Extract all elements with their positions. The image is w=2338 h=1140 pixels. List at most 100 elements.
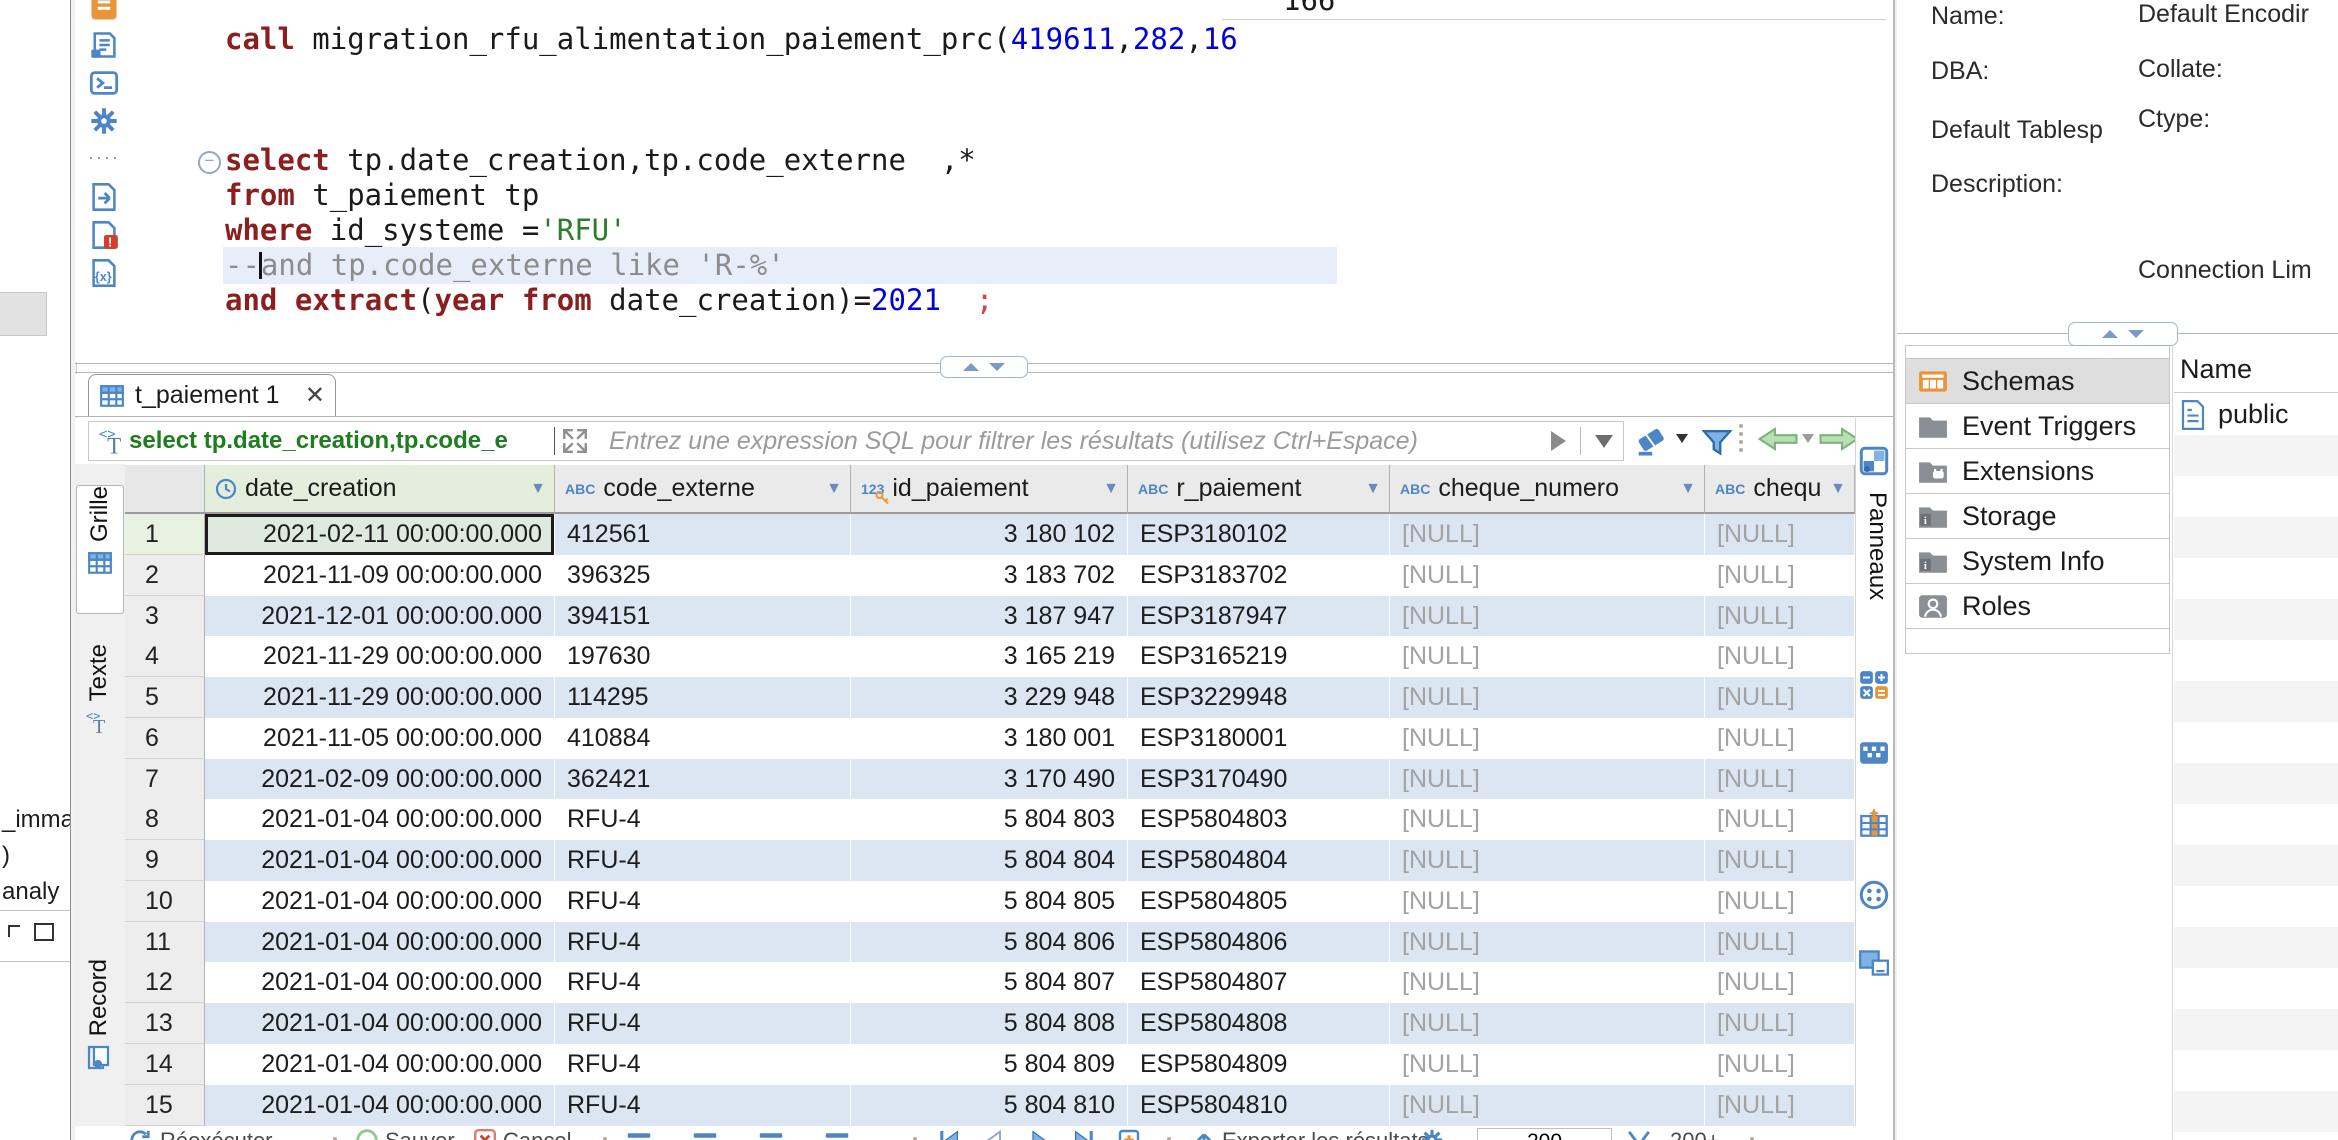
grid-cell[interactable]: ESP5804810 (1128, 1085, 1390, 1126)
grid-cell[interactable]: 3 180 102 (851, 514, 1128, 555)
grid-cell[interactable]: [NULL] (1705, 922, 1855, 963)
grid-cell[interactable]: 5 804 810 (851, 1085, 1128, 1126)
grid-cell[interactable]: 3 170 490 (851, 759, 1128, 800)
grid-cell[interactable]: [NULL] (1390, 1003, 1705, 1044)
status-bar-label[interactable]: Réexécuter (160, 1128, 273, 1140)
grid-cell[interactable]: RFU-4 (555, 799, 851, 840)
grid-cell[interactable]: [NULL] (1705, 1085, 1855, 1126)
grid-cell[interactable]: [NULL] (1390, 514, 1705, 555)
grid-cell[interactable]: 5 804 803 (851, 799, 1128, 840)
filters-button[interactable] (1700, 426, 1734, 460)
grid-cell[interactable]: [NULL] (1705, 718, 1855, 759)
row-number[interactable]: 13 (125, 1003, 205, 1044)
grid-cell[interactable]: [NULL] (1390, 1085, 1705, 1126)
grid-cell[interactable]: RFU-4 (555, 840, 851, 881)
grid-cell[interactable]: 2021-11-29 00:00:00.000 (205, 636, 555, 677)
fetch-button[interactable] (1627, 1128, 1651, 1140)
grid-cell[interactable]: ESP3165219 (1128, 636, 1390, 677)
row-number[interactable]: 7 (125, 759, 205, 800)
add-row-button[interactable] (1117, 1128, 1141, 1140)
row-number[interactable]: 10 (125, 881, 205, 922)
grid-cell[interactable]: 197630 (555, 636, 851, 677)
grid-cell[interactable]: ESP5804809 (1128, 1044, 1390, 1085)
cancel-button[interactable] (473, 1128, 497, 1140)
view-tab-record[interactable]: Record (76, 959, 122, 1109)
grid-cell[interactable]: 3 183 702 (851, 555, 1128, 596)
grid-cell[interactable]: 2021-12-01 00:00:00.000 (205, 596, 555, 637)
expand-filter-icon[interactable] (561, 427, 589, 455)
grid-cell[interactable]: ESP5804803 (1128, 799, 1390, 840)
grid-cell[interactable]: 5 804 804 (851, 840, 1128, 881)
object-row-public[interactable]: public (2174, 394, 2338, 435)
splitter-handle[interactable] (940, 356, 1028, 378)
grid-cell[interactable]: 2021-02-11 00:00:00.000 (205, 514, 555, 555)
grid-corner-cell[interactable] (125, 465, 205, 514)
panels-tab-label[interactable]: Panneaux (1863, 492, 1891, 600)
grid-cell[interactable]: [NULL] (1390, 596, 1705, 637)
status-bar-label[interactable]: Sauver (385, 1128, 455, 1140)
nav-back-button[interactable] (1758, 426, 1798, 452)
tree-item-system-info[interactable]: iSystem Info (1905, 538, 2170, 584)
grid-cell[interactable]: [NULL] (1390, 636, 1705, 677)
grid-cell[interactable]: [NULL] (1390, 962, 1705, 1003)
grid-cell[interactable]: 114295 (555, 677, 851, 718)
row-number[interactable]: 1 (125, 514, 205, 555)
column-menu-icon[interactable]: ▼ (826, 480, 842, 498)
sql-code-area[interactable]: − 166 call migration_rfu_alimentation_pa… (75, 0, 1893, 362)
grid-cell[interactable]: [NULL] (1705, 759, 1855, 800)
status-bar-label[interactable]: Cancel (503, 1128, 571, 1140)
grid-cell[interactable]: [NULL] (1705, 636, 1855, 677)
filter-history-dropdown-icon[interactable] (1595, 435, 1613, 448)
nav-last-button[interactable] (1072, 1128, 1096, 1140)
grid-cell[interactable]: [NULL] (1390, 718, 1705, 759)
row-number[interactable]: 4 (125, 636, 205, 677)
grid-cell[interactable]: 2021-01-04 00:00:00.000 (205, 1085, 555, 1126)
export-results-button[interactable] (1192, 1128, 1216, 1140)
grid-cell[interactable]: ESP3183702 (1128, 555, 1390, 596)
status-bar-label[interactable]: Exporter les résultats (1222, 1128, 1429, 1140)
name-column-header[interactable]: Name (2174, 346, 2338, 385)
row-number[interactable]: 2 (125, 555, 205, 596)
grid-cell[interactable]: ESP5804807 (1128, 962, 1390, 1003)
grid-cell[interactable]: 394151 (555, 596, 851, 637)
grid-cell[interactable]: [NULL] (1390, 881, 1705, 922)
nav-first-button[interactable] (937, 1128, 961, 1140)
row-number[interactable]: 12 (125, 962, 205, 1003)
row-number[interactable]: 14 (125, 1044, 205, 1085)
row-number[interactable]: 9 (125, 840, 205, 881)
grid-cell[interactable]: ESP5804804 (1128, 840, 1390, 881)
grid-cell[interactable]: [NULL] (1390, 1044, 1705, 1085)
apply-filter-icon[interactable] (1551, 431, 1566, 451)
grid-cell[interactable]: 2021-01-04 00:00:00.000 (205, 1003, 555, 1044)
column-menu-icon[interactable]: ▼ (530, 480, 546, 498)
grid-cell[interactable]: 3 187 947 (851, 596, 1128, 637)
grid-cell[interactable]: RFU-4 (555, 1003, 851, 1044)
row-number[interactable]: 15 (125, 1085, 205, 1126)
grid-cell[interactable]: RFU-4 (555, 1044, 851, 1085)
tree-item-extensions[interactable]: Extensions (1905, 448, 2170, 494)
grid-cell[interactable]: 410884 (555, 718, 851, 759)
grid-cell[interactable]: [NULL] (1390, 677, 1705, 718)
grid-cell[interactable]: 5 804 806 (851, 922, 1128, 963)
references-icon-button[interactable] (1859, 880, 1891, 914)
clear-filter-button[interactable] (1635, 426, 1667, 458)
grid-cell[interactable]: [NULL] (1705, 555, 1855, 596)
grid-cell[interactable]: 2021-01-04 00:00:00.000 (205, 840, 555, 881)
tree-item-roles[interactable]: Roles (1905, 583, 2170, 629)
grid-cell[interactable]: 2021-01-04 00:00:00.000 (205, 799, 555, 840)
grid-cell[interactable]: ESP3180001 (1128, 718, 1390, 759)
column-header-r_paiement[interactable]: ABCr_paiement▼ (1128, 465, 1390, 514)
grid-cell[interactable]: 412561 (555, 514, 851, 555)
tree-item-schemas[interactable]: Schemas (1905, 358, 2170, 404)
grid-cell[interactable]: ESP3170490 (1128, 759, 1390, 800)
result-tab-t-paiement[interactable]: t_paiement 1 ✕ (88, 374, 336, 416)
grid-cell[interactable]: [NULL] (1705, 514, 1855, 555)
grid-cell[interactable]: ESP5804808 (1128, 1003, 1390, 1044)
grid-cell[interactable]: 396325 (555, 555, 851, 596)
grid-cell[interactable]: 3 180 001 (851, 718, 1128, 759)
grid-cell[interactable]: [NULL] (1705, 962, 1855, 1003)
tree-item-event-triggers[interactable]: Event Triggers (1905, 403, 2170, 449)
grid-cell[interactable]: 2021-01-04 00:00:00.000 (205, 881, 555, 922)
editor-results-splitter[interactable] (75, 355, 1893, 375)
bars-button[interactable] (627, 1128, 651, 1140)
